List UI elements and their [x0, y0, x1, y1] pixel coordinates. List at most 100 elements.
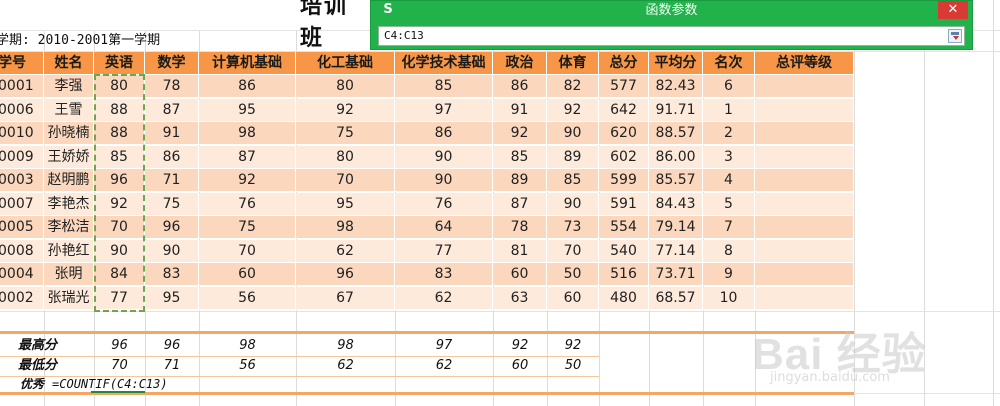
stat-label[interactable]: 最低分 [0, 355, 94, 377]
cell[interactable] [755, 145, 854, 169]
collapse-dialog-icon[interactable] [948, 29, 962, 43]
cell[interactable]: 602 [599, 145, 649, 169]
cell[interactable]: 63 [493, 286, 547, 310]
stat-cell[interactable]: 98 [296, 335, 395, 357]
cell[interactable]: 7 [703, 216, 755, 239]
cell[interactable]: 89 [547, 145, 599, 169]
cell[interactable]: 80 [94, 75, 145, 98]
cell[interactable]: 70 [296, 169, 395, 192]
cell[interactable]: 73 [547, 216, 599, 239]
cell[interactable]: 李艳杰 [44, 192, 94, 216]
cell[interactable]: 86 [493, 75, 547, 98]
stat-cell[interactable]: 60 [493, 355, 547, 377]
cell[interactable] [755, 192, 854, 216]
cell[interactable]: 孙艳红 [44, 239, 94, 263]
cell[interactable]: 85 [547, 169, 599, 192]
cell[interactable]: 78 [145, 75, 199, 98]
cell[interactable]: 90 [94, 239, 145, 263]
stat-cell[interactable]: 62 [296, 355, 395, 377]
cell[interactable]: 62 [296, 239, 395, 263]
cell[interactable]: 64 [395, 216, 493, 239]
cell[interactable] [755, 169, 854, 192]
cell[interactable]: 90 [395, 145, 493, 169]
cell[interactable]: 李松洁 [44, 216, 94, 239]
cell[interactable]: 0001 [0, 75, 44, 98]
cell[interactable] [755, 75, 854, 98]
cell[interactable]: 86 [395, 122, 493, 145]
cell[interactable]: 90 [145, 239, 199, 263]
cell[interactable]: 86.00 [649, 145, 703, 169]
cell[interactable] [755, 98, 854, 122]
cell[interactable]: 3 [703, 145, 755, 169]
cell[interactable]: 赵明鹏 [44, 169, 94, 192]
cell[interactable]: 642 [599, 98, 649, 122]
cell[interactable]: 张瑞光 [44, 286, 94, 310]
cell[interactable]: 0006 [0, 98, 44, 122]
cell[interactable]: 10 [703, 286, 755, 310]
cell[interactable]: 83 [395, 263, 493, 286]
stat-cell[interactable]: 50 [547, 355, 599, 377]
cell[interactable]: 480 [599, 286, 649, 310]
cell[interactable] [755, 263, 854, 286]
cell[interactable]: 91 [145, 122, 199, 145]
cell[interactable]: 0002 [0, 286, 44, 310]
cell[interactable]: 平均分 [649, 52, 703, 75]
cell[interactable] [755, 122, 854, 145]
cell[interactable]: 84 [94, 263, 145, 286]
cell[interactable]: 96 [145, 216, 199, 239]
cell[interactable]: 90 [547, 122, 599, 145]
cell[interactable]: 孙晓楠 [44, 122, 94, 145]
cell[interactable]: 87 [145, 98, 199, 122]
cell[interactable]: 62 [395, 286, 493, 310]
cell[interactable]: 82 [547, 75, 599, 98]
cell[interactable]: 0005 [0, 216, 44, 239]
cell[interactable]: 88 [94, 122, 145, 145]
cell[interactable]: 86 [145, 145, 199, 169]
cell[interactable]: 名次 [703, 52, 755, 75]
cell[interactable]: 80 [296, 75, 395, 98]
stat-cell[interactable]: 92 [493, 335, 547, 357]
cell[interactable] [755, 216, 854, 239]
cell[interactable]: 0010 [0, 122, 44, 145]
cell[interactable] [755, 239, 854, 263]
cell[interactable]: 60 [493, 263, 547, 286]
cell[interactable]: 91.71 [649, 98, 703, 122]
cell[interactable]: 学号 [0, 52, 44, 75]
cell[interactable]: 79.14 [649, 216, 703, 239]
cell[interactable]: 化学技术基础 [395, 52, 493, 75]
cell[interactable]: 75 [296, 122, 395, 145]
cell[interactable]: 554 [599, 216, 649, 239]
cell[interactable]: 96 [296, 263, 395, 286]
stat-cell[interactable]: 71 [145, 355, 199, 377]
cell[interactable]: 83 [145, 263, 199, 286]
cell[interactable]: 75 [199, 216, 296, 239]
cell[interactable]: 89 [493, 169, 547, 192]
stat-cell[interactable]: 96 [94, 335, 145, 357]
cell[interactable]: 0008 [0, 239, 44, 263]
stat-cell[interactable]: 92 [547, 335, 599, 357]
cell[interactable]: 90 [395, 169, 493, 192]
cell[interactable]: 化工基础 [296, 52, 395, 75]
cell[interactable]: 6 [703, 75, 755, 98]
cell[interactable]: 5 [703, 192, 755, 216]
cell[interactable]: 75 [145, 192, 199, 216]
cell[interactable]: 50 [547, 263, 599, 286]
cell[interactable]: 76 [199, 192, 296, 216]
cell[interactable]: 70 [547, 239, 599, 263]
stat-label[interactable]: 最高分 [0, 335, 94, 357]
cell[interactable]: 540 [599, 239, 649, 263]
cell[interactable]: 87 [493, 192, 547, 216]
cell[interactable]: 76 [395, 192, 493, 216]
cell[interactable]: 92 [493, 122, 547, 145]
cell[interactable]: 67 [296, 286, 395, 310]
cell[interactable]: 591 [599, 192, 649, 216]
cell[interactable]: 8 [703, 239, 755, 263]
cell[interactable]: 王娇娇 [44, 145, 94, 169]
cell[interactable]: 王雪 [44, 98, 94, 122]
cell[interactable]: 68.57 [649, 286, 703, 310]
semester-label[interactable]: 学期: 2010-2001第一学期 [0, 31, 160, 51]
stat-cell[interactable]: 62 [395, 355, 493, 377]
cell[interactable]: 0009 [0, 145, 44, 169]
cell[interactable]: 81 [493, 239, 547, 263]
stat-cell[interactable]: 97 [395, 335, 493, 357]
